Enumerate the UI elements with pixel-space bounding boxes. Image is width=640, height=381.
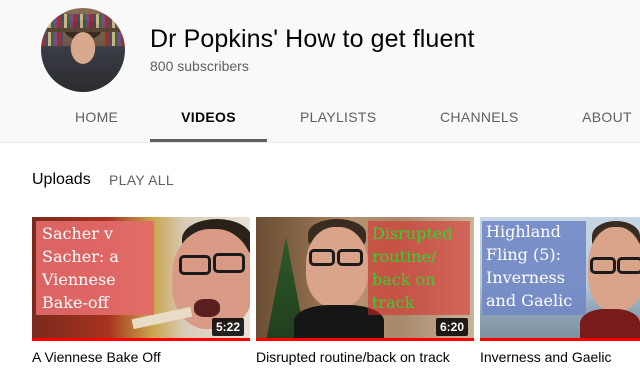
video-title[interactable]: Inverness and Gaelic bbox=[480, 349, 640, 366]
channel-tabs: HOME VIDEOS PLAYLISTS CHANNELS ABOUT bbox=[0, 96, 640, 142]
play-all-button[interactable]: PLAY ALL bbox=[109, 172, 174, 188]
tab-videos[interactable]: VIDEOS bbox=[150, 96, 267, 142]
video-duration: 6:20 bbox=[435, 318, 468, 336]
channel-avatar[interactable] bbox=[41, 8, 125, 92]
channel-title: Dr Popkins' How to get fluent bbox=[150, 25, 475, 53]
watch-progress-bar bbox=[32, 338, 250, 341]
video-thumbnail[interactable]: Highland Fling (5): Inverness and Gaelic bbox=[480, 217, 640, 341]
tab-about[interactable]: ABOUT bbox=[582, 96, 632, 142]
bookshelf-decoration bbox=[41, 14, 125, 28]
tab-playlists[interactable]: PLAYLISTS bbox=[300, 96, 376, 142]
thumbnail-figure bbox=[590, 257, 616, 274]
thumbnail-figure bbox=[580, 309, 640, 341]
watch-progress-bar bbox=[256, 338, 474, 341]
video-card[interactable]: Sacher v Sacher: a Viennese Bake-off 5:2… bbox=[32, 217, 250, 366]
thumbnail-figure bbox=[194, 299, 220, 317]
video-thumbnail[interactable]: Sacher v Sacher: a Viennese Bake-off 5:2… bbox=[32, 217, 250, 341]
thumbnail-label: Highland Fling (5): Inverness and Gaelic bbox=[486, 222, 573, 310]
bookshelf-decoration bbox=[105, 32, 125, 46]
thumbnail-label: Sacher v Sacher: a Viennese Bake-off bbox=[42, 224, 119, 312]
thumbnail-figure bbox=[213, 253, 245, 273]
thumbnail-figure bbox=[617, 257, 640, 274]
bookshelf-decoration bbox=[41, 32, 63, 46]
video-card[interactable]: Disrupted routine/ back on track 6:20 Di… bbox=[256, 217, 474, 366]
video-card[interactable]: Highland Fling (5): Inverness and Gaelic… bbox=[480, 217, 640, 366]
watch-progress-bar bbox=[480, 338, 640, 341]
video-thumbnail[interactable]: Disrupted routine/ back on track 6:20 bbox=[256, 217, 474, 341]
section-title: Uploads bbox=[32, 171, 91, 188]
uploads-section: Uploads PLAY ALL Sacher v Sacher: a Vien… bbox=[0, 142, 640, 381]
channel-header: Dr Popkins' How to get fluent 800 subscr… bbox=[0, 0, 640, 142]
thumbnail-figure bbox=[306, 227, 368, 307]
thumbnail-label: Disrupted routine/ back on track bbox=[372, 224, 453, 312]
video-title[interactable]: A Viennese Bake Off bbox=[32, 349, 250, 366]
thumbnail-figure bbox=[179, 255, 211, 275]
tab-home[interactable]: HOME bbox=[75, 96, 118, 142]
thumbnail-figure bbox=[309, 249, 335, 266]
video-title[interactable]: Disrupted routine/back on track bbox=[256, 349, 474, 366]
thumbnail-figure bbox=[337, 249, 363, 266]
tab-channels[interactable]: CHANNELS bbox=[440, 96, 518, 142]
subscriber-count: 800 subscribers bbox=[150, 58, 249, 74]
video-duration: 5:22 bbox=[211, 318, 244, 336]
